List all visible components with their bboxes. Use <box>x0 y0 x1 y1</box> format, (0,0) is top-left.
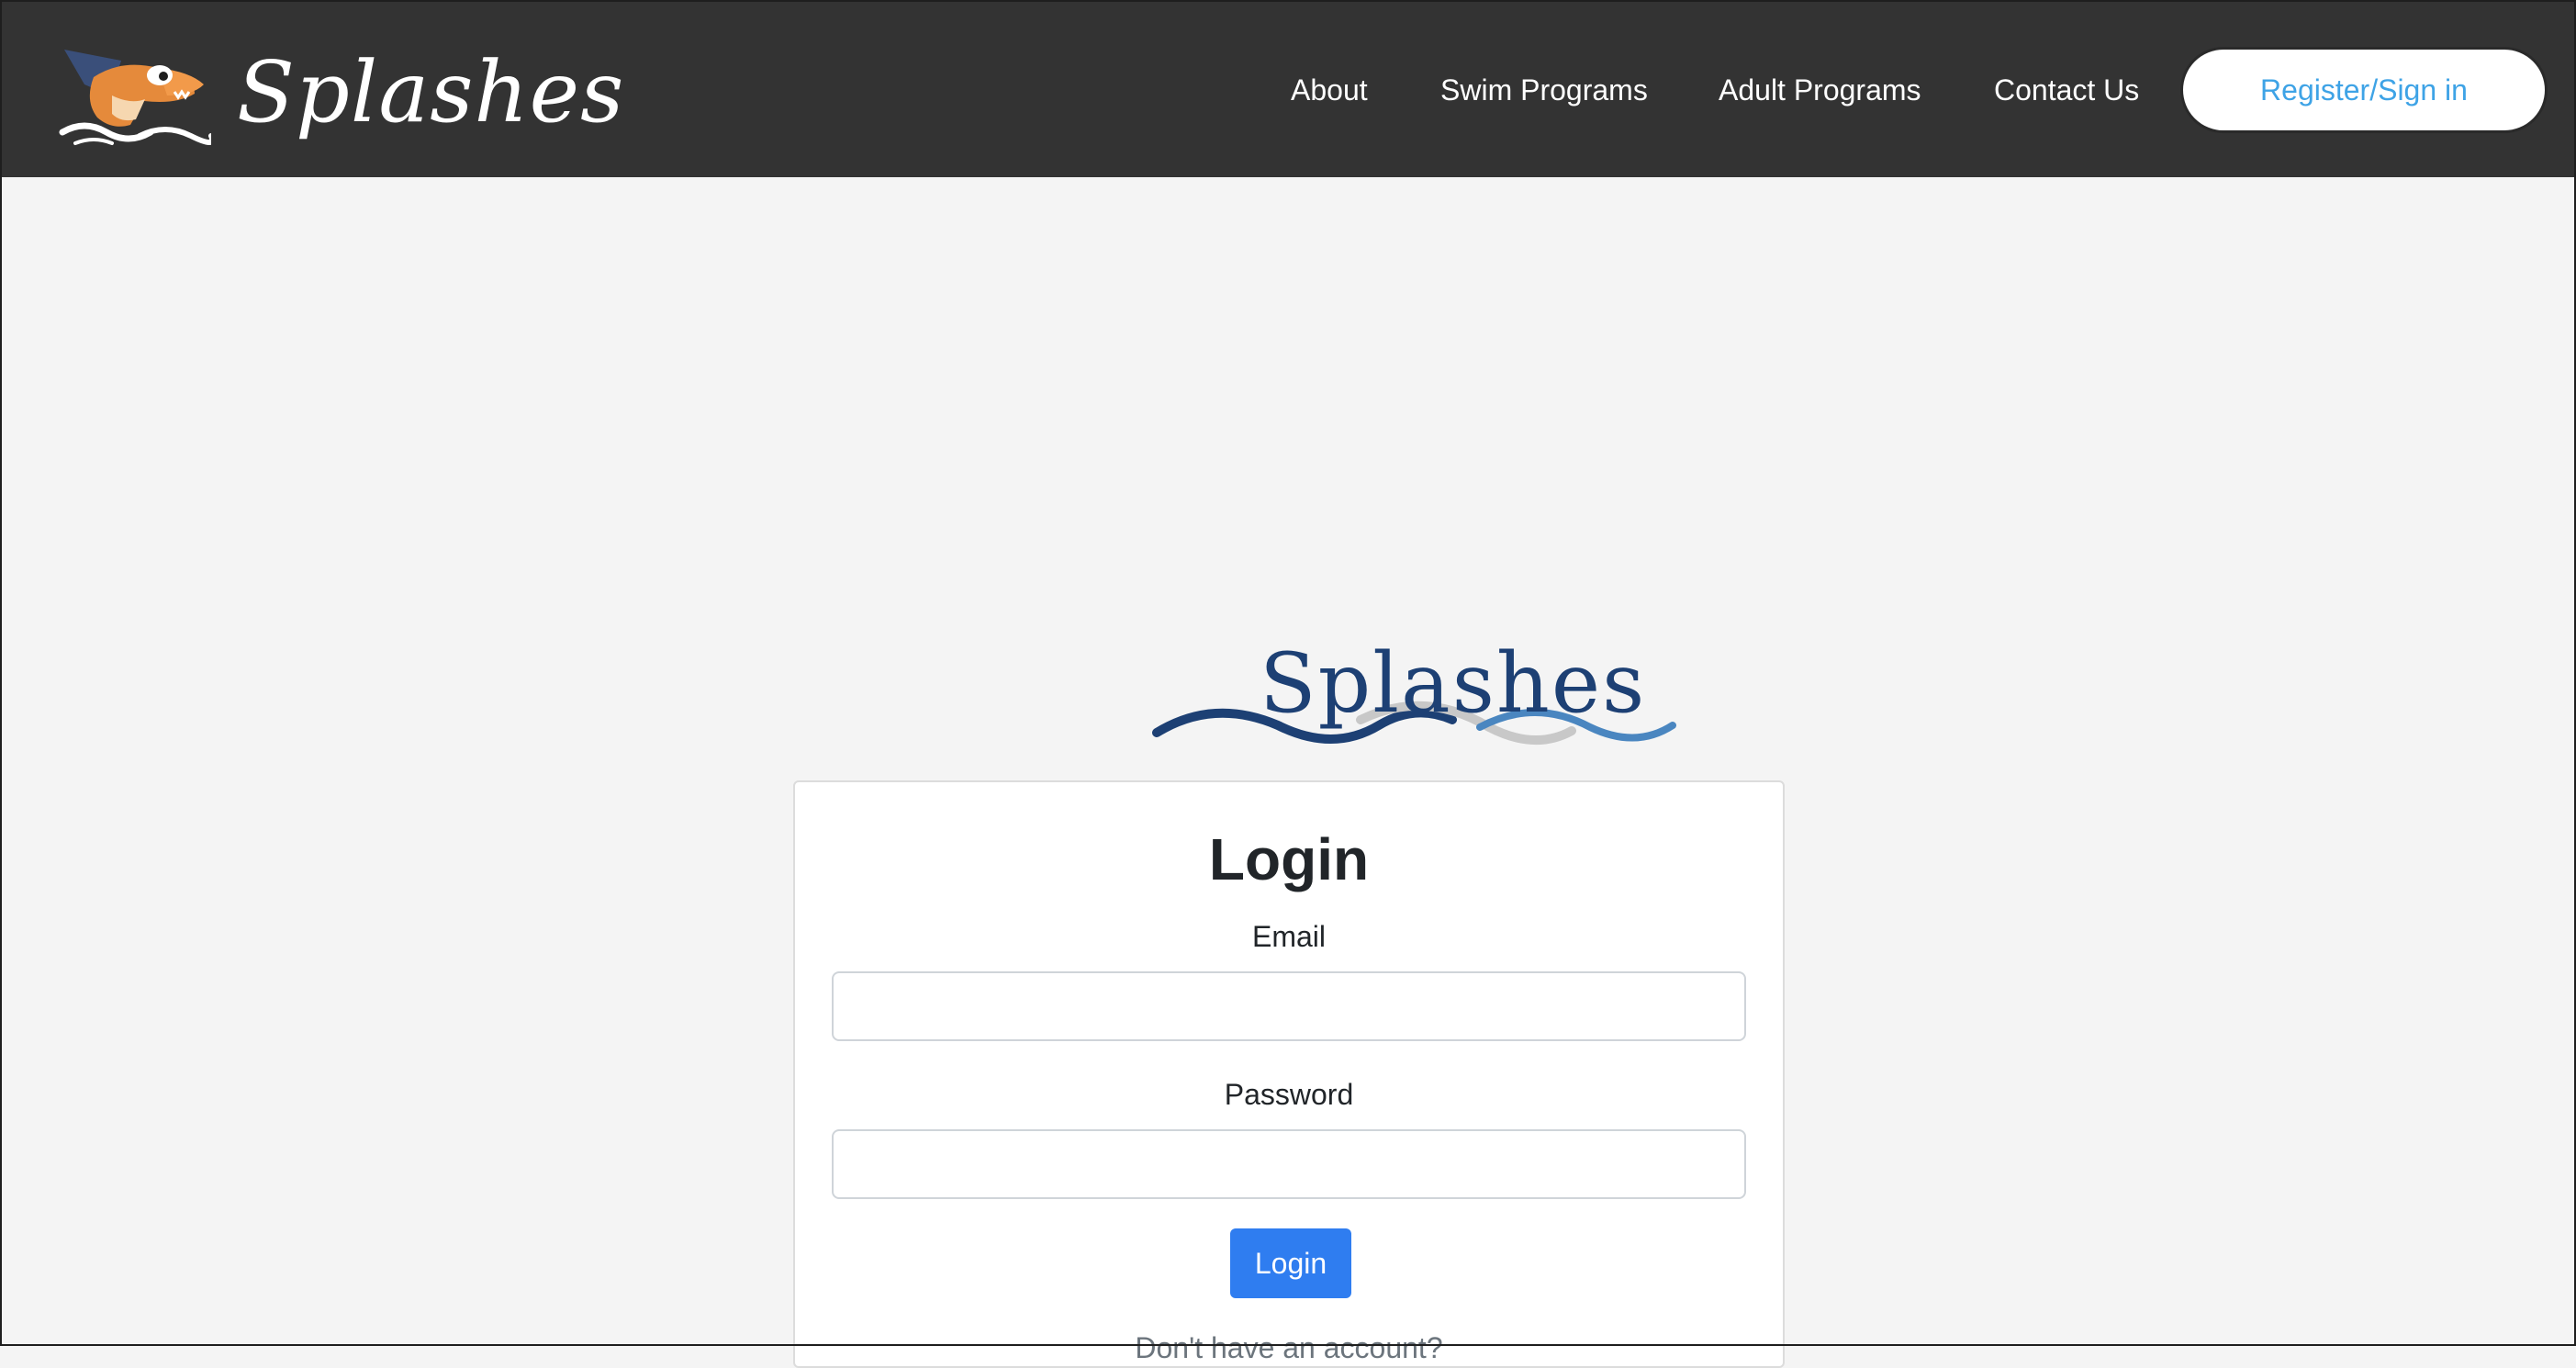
email-label: Email <box>1251 920 1326 953</box>
nav-link-contact-us[interactable]: Contact Us <box>1994 61 2139 119</box>
login-button[interactable]: Login <box>1230 1228 1351 1298</box>
logo-wordmark: Splashes <box>1260 635 1647 732</box>
login-title: Login <box>1208 826 1370 892</box>
signup-prompt: Don't have an account? <box>1135 1331 1443 1364</box>
navbar: Splashes About Swim Programs Adult Progr… <box>0 0 2576 177</box>
brand-name: Splashes <box>237 43 625 141</box>
login-card: Login Email Password Login Don't have an… <box>793 780 1785 1368</box>
mascot-logo-icon <box>59 50 211 145</box>
register-signin-button[interactable]: Register/Sign in <box>2180 47 2548 133</box>
splashes-wave-logo: Splashes <box>1149 624 1677 780</box>
nav-link-swim-programs[interactable]: Swim Programs <box>1440 61 1648 119</box>
nav-link-about[interactable]: About <box>1291 61 1368 119</box>
brand-home-link[interactable]: Splashes <box>57 33 623 152</box>
nav-link-adult-programs[interactable]: Adult Programs <box>1719 61 1921 119</box>
email-field[interactable] <box>832 971 1746 1041</box>
password-label: Password <box>1224 1078 1354 1111</box>
password-field[interactable] <box>832 1129 1746 1199</box>
